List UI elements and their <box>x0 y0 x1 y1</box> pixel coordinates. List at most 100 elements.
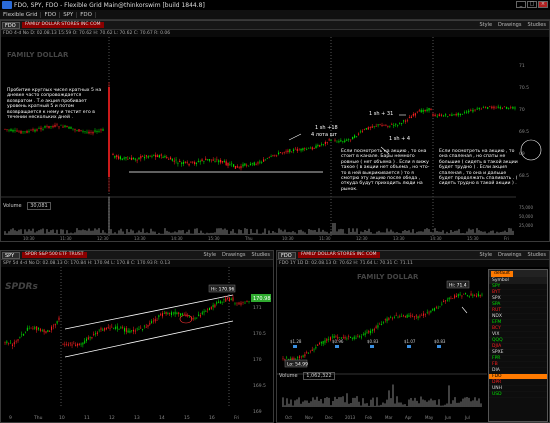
candle-body <box>300 148 302 151</box>
time-tick: 10:30 <box>23 236 35 241</box>
drawings-button[interactable]: Drawings <box>496 252 523 258</box>
candle-body <box>348 139 350 141</box>
candle-body <box>298 149 300 151</box>
maximize-icon[interactable]: □ <box>527 1 537 8</box>
candle-body <box>118 329 120 330</box>
dividend-marker <box>437 345 441 348</box>
candle-body <box>149 322 151 325</box>
trade-label-4: 1 sh + 4 <box>389 136 410 142</box>
candle-body <box>261 162 263 163</box>
candle-body <box>319 145 321 147</box>
candle-body <box>76 343 78 346</box>
studies-button[interactable]: Studies <box>525 22 548 28</box>
candle-body <box>234 303 236 305</box>
candle-body <box>387 125 389 127</box>
candle-body <box>370 330 372 334</box>
candle-body <box>24 331 26 333</box>
close-icon[interactable]: × <box>538 1 548 8</box>
candle-body <box>231 163 233 165</box>
candle-body <box>194 162 196 165</box>
drawings-button[interactable]: Drawings <box>220 252 247 258</box>
watermark: FAMILY DOLLAR <box>357 273 419 281</box>
candle-body <box>188 163 190 166</box>
symbol-selector[interactable]: FDO <box>2 21 20 29</box>
candle-body <box>379 124 381 125</box>
candle-body <box>6 129 8 130</box>
candle-body <box>383 124 385 126</box>
price-tick: 170.5 <box>253 331 266 337</box>
volume-label-box: Volume 30,081 <box>3 202 51 210</box>
candle-body <box>448 297 450 300</box>
volume-tick: 75,000 <box>519 205 533 210</box>
candle-body <box>181 313 183 316</box>
candle-body <box>306 149 308 150</box>
candle-body <box>430 108 432 111</box>
candle-body <box>437 307 439 309</box>
symbol-selector[interactable]: SPY <box>2 251 20 259</box>
style-button[interactable]: Style <box>477 252 494 258</box>
time-tick: Thu <box>33 415 43 421</box>
studies-button[interactable]: Studies <box>525 252 548 258</box>
candle-body <box>463 293 465 295</box>
candle-body <box>134 330 136 332</box>
dividend-marker <box>370 345 374 348</box>
candle-body <box>321 144 323 145</box>
tab-flexible-grid[interactable]: Flexible Grid <box>0 11 42 18</box>
candle-body <box>350 139 352 141</box>
time-tick: Fri <box>234 415 239 421</box>
spy-chart[interactable]: SPDRs 170.98 Hi: 170.96 171 170.5 170 169.5… <box>1 267 273 422</box>
candle-body <box>501 108 503 109</box>
tab-fdo[interactable]: FDO <box>41 11 61 18</box>
candle-body <box>289 149 291 153</box>
minimize-icon[interactable]: _ <box>516 1 526 8</box>
symbol-selector[interactable]: FDO <box>278 251 296 259</box>
candle-body <box>291 151 293 153</box>
candle-body <box>446 299 448 301</box>
fdo-intraday-header: FDO FAMILY DOLLAR STORES INC COM Style D… <box>1 21 549 30</box>
candle-body <box>189 316 191 318</box>
candle-body <box>69 342 71 344</box>
candle-body <box>443 300 445 303</box>
candle-body <box>98 130 100 132</box>
dividend-marker <box>293 345 297 348</box>
candle-body <box>422 110 424 112</box>
tab-fdo-2[interactable]: FDO <box>77 11 96 18</box>
candle-body <box>389 125 391 127</box>
candle-body <box>302 148 304 151</box>
candle-body <box>143 325 145 327</box>
watchlist-symbol: DIA <box>492 368 500 373</box>
candle-body <box>277 152 280 155</box>
candle-body <box>508 108 510 109</box>
candle-body <box>161 313 163 317</box>
time-tick: 13 <box>134 415 140 421</box>
candle-body <box>474 295 476 296</box>
watchlist-column-header[interactable]: Symbol <box>489 277 547 284</box>
studies-button[interactable]: Studies <box>249 252 272 258</box>
candle-body <box>344 140 346 143</box>
drawings-button[interactable]: Drawings <box>496 22 523 28</box>
candle-body <box>244 302 246 304</box>
candle-body <box>449 114 451 116</box>
watchlist-row[interactable]: USD <box>489 392 547 398</box>
time-tick: 15 <box>184 415 190 421</box>
watchlist-tab[interactable]: default <box>491 270 513 277</box>
watchlist-symbol: BCY <box>492 326 501 331</box>
candle-body <box>399 122 401 124</box>
style-button[interactable]: Style <box>201 252 218 258</box>
watchlist-symbol: SPX <box>492 296 501 301</box>
candle-body <box>194 317 196 319</box>
fdo-intraday-chart[interactable]: FAMILY DOLLAR 1 sh +18 4 лота шт 1 sh + … <box>1 37 549 241</box>
candle-body <box>221 161 224 163</box>
candle-body <box>167 312 169 314</box>
candle-body <box>514 107 516 109</box>
candle-body <box>87 337 89 340</box>
tab-spy[interactable]: SPY <box>60 11 78 18</box>
time-tick: 14 <box>159 415 165 421</box>
candle-body <box>428 312 430 314</box>
candle-body <box>392 317 394 319</box>
volume-value: 30,081 <box>27 202 51 210</box>
candle-body <box>116 326 118 329</box>
candle-body <box>477 293 479 297</box>
candle-body <box>232 297 234 301</box>
style-button[interactable]: Style <box>477 22 494 28</box>
